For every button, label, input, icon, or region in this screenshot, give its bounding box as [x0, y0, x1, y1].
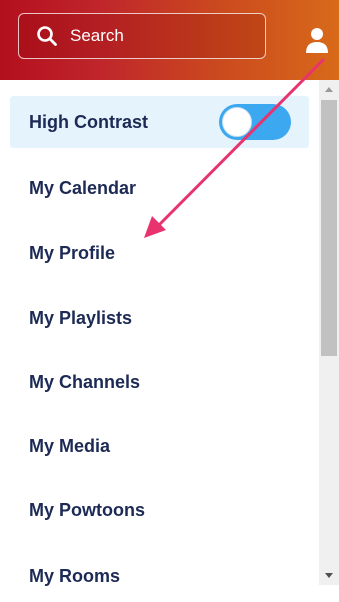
high-contrast-label: High Contrast [29, 111, 148, 132]
user-icon [306, 28, 328, 53]
toggle-knob [222, 107, 252, 137]
header-bar: Search [0, 0, 339, 80]
high-contrast-toggle[interactable] [219, 104, 291, 140]
user-dropdown-menu: High Contrast My Calendar My Profile My … [0, 80, 319, 586]
menu-item-my-playlists[interactable]: My Playlists [10, 292, 309, 344]
menu-item-my-powtoons[interactable]: My Powtoons [10, 484, 309, 536]
menu-item-my-profile[interactable]: My Profile [10, 227, 309, 279]
menu-item-my-channels[interactable]: My Channels [10, 356, 309, 408]
scroll-up-button[interactable] [319, 80, 339, 98]
menu-item-high-contrast[interactable]: High Contrast [10, 96, 309, 148]
chevron-down-icon [325, 573, 333, 578]
menu-scrollbar[interactable] [319, 80, 339, 585]
menu-item-my-media[interactable]: My Media [10, 420, 309, 472]
scroll-thumb[interactable] [321, 100, 337, 356]
scroll-down-button[interactable] [319, 567, 339, 585]
search-icon [37, 26, 57, 46]
menu-item-my-rooms[interactable]: My Rooms [10, 550, 309, 602]
search-placeholder: Search [70, 26, 124, 45]
search-box[interactable]: Search [18, 13, 266, 59]
menu-item-my-calendar[interactable]: My Calendar [10, 162, 309, 214]
user-menu-button[interactable] [302, 22, 332, 62]
chevron-up-icon [325, 87, 333, 92]
